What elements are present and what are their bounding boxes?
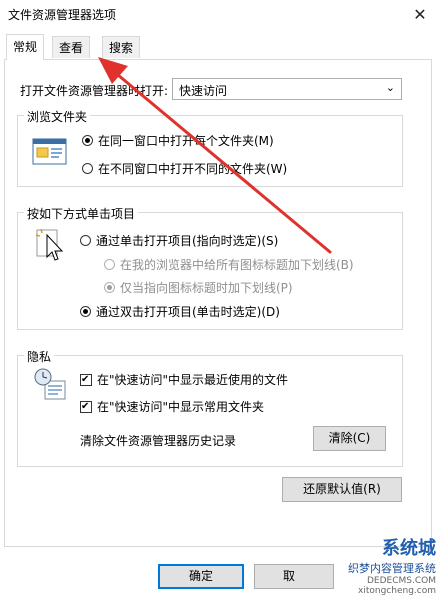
checkbox-checked [80, 373, 92, 386]
new-window-label: 在不同窗口中打开不同的文件夹(W) [98, 162, 288, 176]
radio-selected [104, 282, 115, 293]
underline-all-radio[interactable]: 在我的浏览器中给所有图标标题加下划线(B) [104, 256, 354, 273]
single-click-radio[interactable]: 通过单击打开项目(指向时选定)(S) [80, 232, 278, 249]
new-window-radio[interactable]: 在不同窗口中打开不同的文件夹(W) [82, 160, 287, 177]
tab-search[interactable]: 搜索 [102, 36, 141, 58]
double-click-radio[interactable]: 通过双击打开项目(单击时选定)(D) [80, 303, 280, 320]
open-at-label: 打开文件资源管理器时打开: [20, 84, 169, 98]
recent-files-label: 在"快速访问"中显示最近使用的文件 [97, 373, 289, 387]
title-bar: 文件资源管理器选项 ✕ [0, 0, 440, 30]
single-click-label: 通过单击打开项目(指向时选定)(S) [96, 234, 279, 248]
clear-history-label: 清除文件资源管理器历史记录 [80, 434, 237, 448]
open-at-dropdown[interactable]: 快速访问 ⌄ [172, 78, 402, 100]
close-icon[interactable]: ✕ [406, 4, 434, 26]
watermark-url: xitongcheng.com [358, 586, 436, 596]
open-at-value: 快速访问 [179, 84, 228, 98]
underline-point-radio[interactable]: 仅当指向图标标题时加下划线(P) [104, 279, 293, 296]
recent-files-checkbox[interactable]: 在"快速访问"中显示最近使用的文件 [80, 371, 288, 388]
same-window-radio[interactable]: 在同一窗口中打开每个文件夹(M) [82, 132, 274, 149]
browse-folders-title: 浏览文件夹 [24, 108, 91, 125]
underline-all-label: 在我的浏览器中给所有图标标题加下划线(B) [120, 258, 354, 272]
frequent-folders-label: 在"快速访问"中显示常用文件夹 [97, 400, 265, 414]
radio-selected [80, 306, 91, 317]
recent-files-icon [34, 368, 66, 400]
tab-view[interactable]: 查看 [52, 36, 91, 58]
radio-unselected [82, 163, 93, 174]
watermark-brand: 系统城 [382, 538, 436, 559]
chevron-down-icon: ⌄ [385, 81, 395, 94]
click-cursor-icon [35, 228, 64, 261]
click-items-title: 按如下方式单击项目 [24, 205, 139, 222]
watermark-domain: DEDECMS.COM [367, 576, 436, 586]
restore-defaults-button[interactable]: 还原默认值(R) [282, 477, 402, 502]
radio-unselected [104, 259, 115, 270]
same-window-label: 在同一窗口中打开每个文件夹(M) [98, 134, 274, 148]
checkbox-checked [80, 400, 92, 413]
radio-unselected [80, 235, 91, 246]
clear-button[interactable]: 清除(C) [313, 426, 386, 451]
folder-window-icon [32, 138, 67, 165]
watermark-sub: 织梦内容管理系统 [348, 562, 436, 575]
tab-general[interactable]: 常规 [6, 34, 45, 60]
window-title: 文件资源管理器选项 [8, 8, 117, 22]
radio-selected [82, 135, 93, 146]
cancel-button[interactable]: 取 [254, 564, 334, 589]
ok-button[interactable]: 确定 [158, 564, 244, 589]
underline-point-label: 仅当指向图标标题时加下划线(P) [120, 281, 293, 295]
double-click-label: 通过双击打开项目(单击时选定)(D) [96, 305, 280, 319]
privacy-title: 隐私 [24, 348, 55, 365]
watermark: 系统城 织梦内容管理系统 DEDECMS.COM xitongcheng.com [348, 534, 436, 596]
frequent-folders-checkbox[interactable]: 在"快速访问"中显示常用文件夹 [80, 398, 264, 415]
